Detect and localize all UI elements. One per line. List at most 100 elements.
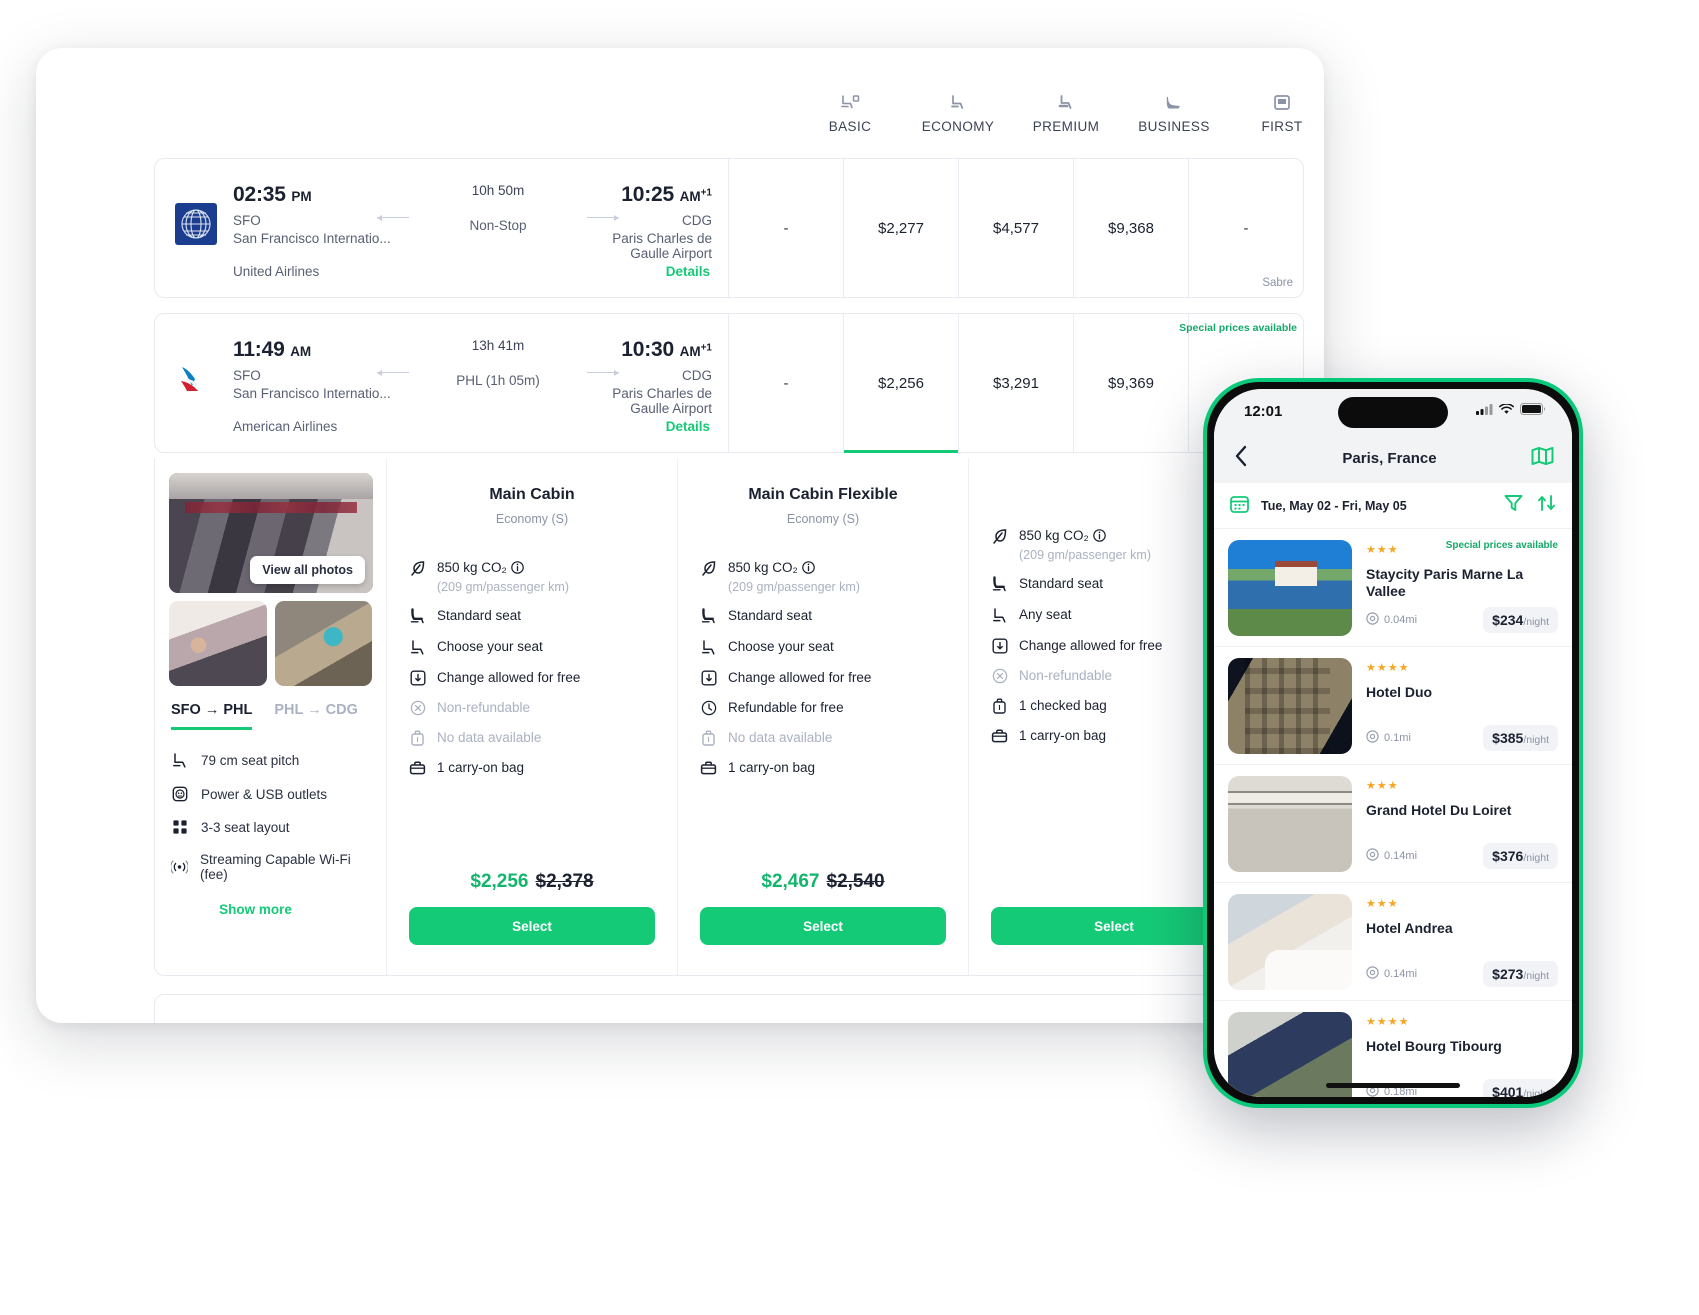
- hotel-list-item[interactable]: ★★★★ Hotel Duo 0.1mi $385/night: [1214, 647, 1572, 765]
- cabin-class-basic[interactable]: BASIC: [796, 93, 904, 153]
- fare-feature: Non-refundable: [409, 700, 655, 716]
- date-range-label[interactable]: Tue, May 02 - Fri, May 05: [1261, 499, 1492, 513]
- amenity-item: 79 cm seat pitch: [171, 752, 372, 769]
- special-prices-badge: Special prices available: [1445, 540, 1558, 551]
- fare-price-cell[interactable]: -: [728, 159, 843, 297]
- wifi-icon: [1499, 402, 1514, 420]
- flight-result-row[interactable]: 02:35 PM SFO San Francisco Internatio... 10…: [154, 158, 1304, 298]
- no-refund-icon: [409, 700, 426, 716]
- star-rating: ★★★★: [1366, 1016, 1410, 1028]
- flight-search-window: BASIC ECONOMY PREMIUM BUSINESS FIRST 02:35 P…: [36, 48, 1324, 1023]
- co2-value: 850 kg CO₂: [728, 560, 798, 575]
- select-fare-button[interactable]: Select: [700, 907, 946, 945]
- feature-co2: 850 kg CO₂ (209 gm/passenger km): [700, 560, 946, 594]
- fare-details-panel: View all photos SFO → PHL PHL → CDG 79 cm…: [154, 458, 1304, 976]
- fare-feature-label: Refundable for free: [728, 700, 844, 715]
- amenity-item: 3-3 seat layout: [171, 819, 372, 835]
- fare-feature-label: No data available: [437, 730, 542, 745]
- fare-feature: Standard seat: [991, 576, 1237, 593]
- seat-premium-icon: [1057, 93, 1075, 112]
- fare-price: $2,256 $2,378: [409, 871, 655, 893]
- fare-price-cell[interactable]: $9,369: [1073, 314, 1188, 452]
- aircraft-info-column: View all photos SFO → PHL PHL → CDG 79 cm…: [155, 458, 387, 975]
- fare-feature-label: Non-refundable: [437, 700, 531, 715]
- leg-tabs: SFO → PHL PHL → CDG: [169, 702, 372, 730]
- fare-price-value: $2,277: [878, 219, 924, 237]
- view-all-photos-button[interactable]: View all photos: [250, 556, 365, 584]
- sort-icon[interactable]: [1537, 494, 1556, 517]
- fare-price-cell[interactable]: $2,277: [843, 159, 958, 297]
- carry-on-icon: [409, 760, 426, 776]
- fare-feature-list: 850 kg CO₂ (209 gm/passenger km) Standard…: [409, 560, 655, 776]
- fare-price-cell[interactable]: -: [728, 314, 843, 452]
- filter-icon[interactable]: [1504, 494, 1523, 517]
- fare-price-original: $2,378: [535, 871, 594, 892]
- cabin-class-economy[interactable]: ECONOMY: [904, 93, 1012, 153]
- status-bar: 12:01: [1214, 389, 1572, 433]
- cabin-class-label: BUSINESS: [1138, 119, 1210, 134]
- hotel-name: Staycity Paris Marne La Vallee: [1366, 566, 1524, 599]
- seat-pitch-icon: [171, 752, 189, 769]
- fare-price-cell[interactable]: $9,368: [1073, 159, 1188, 297]
- fare-feature-label: Standard seat: [437, 608, 522, 623]
- back-chevron-icon[interactable]: [1234, 445, 1248, 472]
- star-rating: ★★★: [1366, 780, 1399, 792]
- duration-segment: 10h 50m Non-Stop: [377, 183, 619, 233]
- show-more-link[interactable]: Show more: [169, 902, 372, 917]
- hotel-name: Hotel Duo: [1366, 684, 1433, 700]
- co2-subtext: (209 gm/passenger km): [437, 580, 570, 594]
- fare-price-cell[interactable]: $4,577: [958, 159, 1073, 297]
- cabin-class-business[interactable]: BUSINESS: [1120, 93, 1228, 153]
- fare-price-cell[interactable]: $3,291: [958, 314, 1073, 452]
- calendar-icon[interactable]: [1230, 494, 1249, 518]
- hotel-list-item[interactable]: ★★★ Special prices available Staycity Pari…: [1214, 529, 1572, 647]
- flight-result-row[interactable]: 11:49 AM SFO San Francisco Internatio... 13…: [154, 313, 1304, 453]
- hotel-distance: 0.14mi: [1366, 848, 1417, 864]
- hotel-list-item[interactable]: ★★★ Hotel Andrea 0.14mi $273/night: [1214, 883, 1572, 1001]
- select-fare-button[interactable]: Select: [991, 907, 1237, 945]
- fare-price-cell[interactable]: $2,256: [843, 314, 958, 453]
- location-pin-icon: [1366, 612, 1379, 628]
- location-pin-icon: [1366, 848, 1379, 864]
- change-icon: [991, 638, 1008, 654]
- cabin-class-first[interactable]: FIRST: [1228, 93, 1324, 153]
- leaf-icon: [700, 560, 717, 576]
- cabin-photo-thumb[interactable]: [169, 601, 267, 686]
- select-fare-button[interactable]: Select: [409, 907, 655, 945]
- cabin-class-premium[interactable]: PREMIUM: [1012, 93, 1120, 153]
- cabin-photo-main[interactable]: View all photos: [169, 473, 373, 593]
- fare-feature-label: Choose your seat: [437, 639, 543, 654]
- amenity-label: 3-3 seat layout: [201, 819, 290, 835]
- next-flight-row-placeholder[interactable]: [154, 994, 1304, 1023]
- details-link[interactable]: Details: [666, 419, 710, 434]
- fare-card-subtitle: Economy (S): [786, 512, 860, 526]
- arrival-airport: Paris Charles de Gaulle Airport: [612, 386, 712, 416]
- fare-price-value: $2,256: [878, 374, 924, 392]
- fare-feature: Change allowed for free: [991, 638, 1237, 654]
- route-arrows-icon: [377, 368, 619, 378]
- leg-tab[interactable]: PHL → CDG: [274, 702, 358, 730]
- fare-price-value: $9,369: [1108, 374, 1154, 392]
- fare-feature: 1 carry-on bag: [700, 760, 946, 776]
- flight-duration: 10h 50m: [471, 183, 525, 198]
- details-link[interactable]: Details: [666, 264, 710, 279]
- arrival-time: 10:30 AM+1: [621, 338, 712, 361]
- cabin-photo-thumb[interactable]: [274, 601, 372, 686]
- seat-choose-icon: [409, 639, 426, 656]
- fare-card-title: Main Cabin Flexible: [748, 486, 898, 503]
- map-icon[interactable]: [1531, 446, 1554, 471]
- location-pin-icon: [1366, 966, 1379, 982]
- fare-card: Main Cabin Flexible Economy (S) 850 kg CO₂…: [678, 458, 969, 975]
- hotel-thumbnail: [1228, 776, 1352, 872]
- hotel-list-item[interactable]: ★★★ Grand Hotel Du Loiret 0.14mi $376/night: [1214, 765, 1572, 883]
- info-icon[interactable]: [801, 561, 815, 577]
- status-indicators: [1476, 402, 1546, 420]
- leg-tab[interactable]: SFO → PHL: [171, 702, 253, 730]
- special-prices-badge: Special prices available: [1179, 322, 1297, 334]
- info-icon[interactable]: [1092, 529, 1106, 545]
- seat-choose-icon: [700, 639, 717, 656]
- carry-on-icon: [700, 760, 717, 776]
- info-icon[interactable]: [510, 561, 524, 577]
- star-rating: ★★★: [1366, 898, 1399, 910]
- fare-price-cell[interactable]: - Sabre: [1188, 159, 1303, 297]
